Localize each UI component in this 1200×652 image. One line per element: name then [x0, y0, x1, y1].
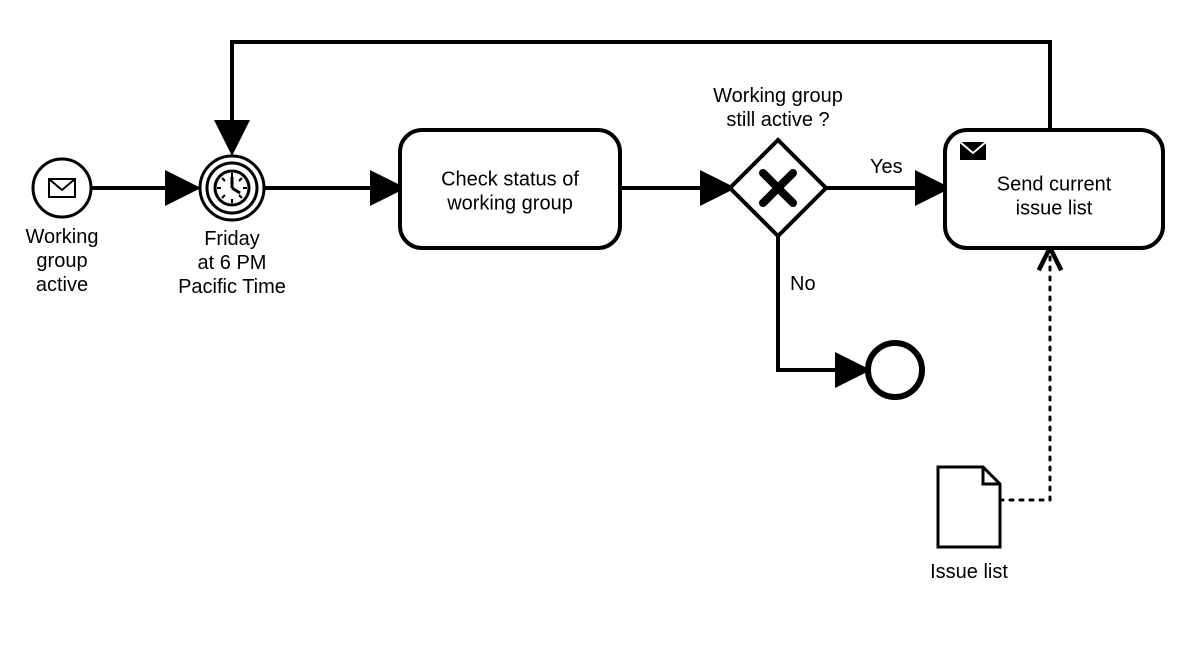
gateway-question-line1: Working group [713, 85, 843, 107]
start-event: Working group active [26, 159, 99, 296]
data-object-label: Issue list [930, 561, 1008, 583]
flow-send-loop-back [232, 42, 1050, 150]
flow-gateway-no [778, 236, 865, 370]
timer-event-label-line2: at 6 PM [198, 252, 267, 274]
task-send-issue-list: Send current issue list [945, 130, 1163, 248]
task-check-label-line1: Check status of [441, 168, 579, 190]
gateway-still-active: Working group still active ? [713, 85, 843, 236]
data-object-issue-list: Issue list [930, 467, 1008, 583]
task-send-label-line2: issue list [1016, 197, 1093, 219]
envelope-icon [49, 179, 75, 197]
timer-event-label-line1: Friday [204, 228, 260, 250]
task-send-label-line1: Send current [997, 173, 1112, 195]
timer-event-label-line3: Pacific Time [178, 276, 286, 298]
edge-label-yes: Yes [870, 156, 903, 178]
start-event-label-line1: Working [26, 226, 99, 248]
start-event-label-line2: group [36, 250, 87, 272]
end-event [868, 343, 922, 397]
clock-icon [215, 171, 249, 205]
bpmn-diagram: Yes No send task (dotted association) --… [0, 0, 1200, 652]
gateway-question-line2: still active ? [726, 109, 829, 131]
timer-event: Friday at 6 PM Pacific Time [178, 156, 286, 298]
association-data-to-send [1000, 250, 1050, 500]
task-check-status: Check status of working group [400, 130, 620, 248]
envelope-filled-icon [960, 142, 986, 160]
start-event-label-line3: active [36, 274, 88, 296]
task-check-label-line2: working group [446, 192, 573, 214]
edge-label-no: No [790, 273, 816, 295]
